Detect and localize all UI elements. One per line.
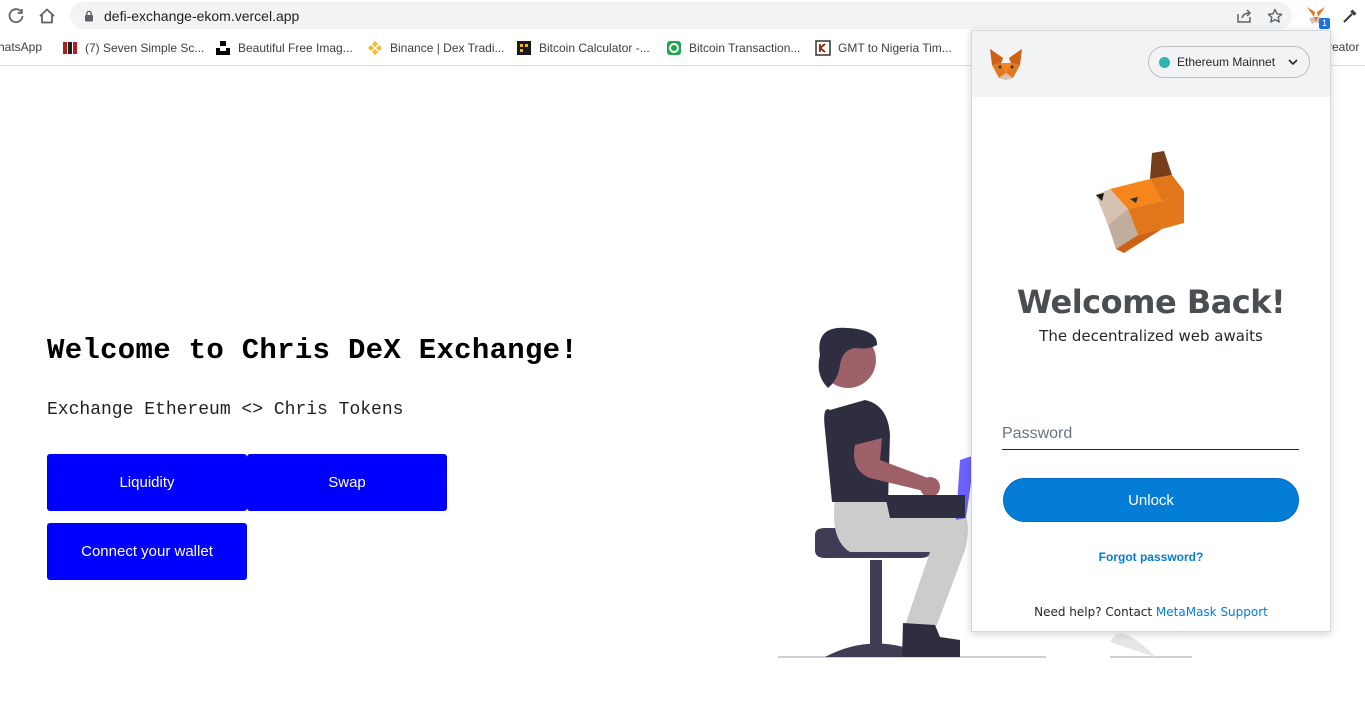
metamask-popup: Ethereum Mainnet Welcome Back! The decen… [971, 30, 1331, 632]
bookmark-gmt-nigeria[interactable]: GMT to Nigeria Tim... [815, 40, 952, 56]
welcome-subtitle: The decentralized web awaits [1039, 327, 1263, 345]
reload-icon [8, 8, 24, 24]
address-bar[interactable]: defi-exchange-ekom.vercel.app [70, 2, 1292, 29]
time-icon [815, 40, 831, 56]
lock-icon [85, 10, 93, 22]
liquidity-button[interactable]: Liquidity [47, 454, 247, 511]
page-subtitle: Exchange Ethereum <> Chris Tokens [47, 400, 404, 420]
network-status-dot [1159, 57, 1170, 68]
network-selector[interactable]: Ethereum Mainnet [1148, 46, 1310, 78]
bookmark-unsplash[interactable]: Beautiful Free Imag... [215, 40, 353, 56]
connect-wallet-button[interactable]: Connect your wallet [47, 523, 247, 580]
bookmark-creator[interactable]: reator [1328, 40, 1359, 54]
help-text: Need help? Contact MetaMask Support [972, 605, 1330, 619]
bookmark-label: Binance | Dex Tradi... [390, 41, 505, 55]
swap-button[interactable]: Swap [247, 454, 447, 511]
welcome-title: Welcome Back! [1016, 283, 1286, 321]
metamask-support-link[interactable]: MetaMask Support [1156, 605, 1268, 619]
home-button[interactable] [36, 5, 58, 27]
metamask-header: Ethereum Mainnet [972, 31, 1330, 97]
unlock-button[interactable]: Unlock [1003, 478, 1299, 522]
url-text: defi-exchange-ekom.vercel.app [104, 8, 300, 24]
bookmark-label: GMT to Nigeria Tim... [838, 41, 952, 55]
bookmark-label: Beautiful Free Imag... [238, 41, 353, 55]
calculator-icon [516, 40, 532, 56]
network-label: Ethereum Mainnet [1177, 55, 1276, 69]
share-icon[interactable] [1236, 8, 1252, 24]
bookmark-star-icon[interactable] [1267, 8, 1283, 24]
help-prefix: Need help? Contact [1034, 605, 1153, 619]
unsplash-icon [215, 40, 231, 56]
bookmark-seven-simple[interactable]: (7) Seven Simple Sc... [62, 40, 204, 56]
bookmark-label: reator [1328, 40, 1360, 54]
home-icon [39, 8, 55, 24]
bookmark-whatsapp[interactable]: hatsApp [0, 40, 42, 54]
page-title: Welcome to Chris DeX Exchange! [47, 334, 579, 367]
bookmark-bitcoin-calculator[interactable]: Bitcoin Calculator -... [516, 40, 650, 56]
medium-icon [62, 40, 78, 56]
bookmark-bitcoin-transaction[interactable]: Bitcoin Transaction... [666, 40, 800, 56]
bookmark-label: hatsApp [0, 40, 43, 54]
bookmark-binance[interactable]: Binance | Dex Tradi... [367, 40, 505, 56]
binance-icon [367, 40, 383, 56]
bookmark-label: Bitcoin Transaction... [689, 41, 801, 55]
eyedropper-extension-button[interactable] [1337, 3, 1363, 29]
metamask-extension-button[interactable]: 1 [1303, 3, 1330, 29]
chevron-down-icon [1288, 59, 1298, 66]
metamask-logo-icon [990, 49, 1022, 80]
bookmark-label: (7) Seven Simple Sc... [85, 41, 205, 55]
metamask-fox-head-icon [1096, 151, 1184, 253]
eyedropper-icon [1343, 9, 1357, 23]
bookmark-label: Bitcoin Calculator -... [539, 41, 650, 55]
blockchain-icon [666, 40, 682, 56]
reload-button[interactable] [5, 5, 27, 27]
browser-toolbar: defi-exchange-ekom.vercel.app 1 [0, 0, 1365, 32]
extension-badge: 1 [1319, 18, 1330, 29]
password-input[interactable] [1002, 419, 1299, 450]
forgot-password-link[interactable]: Forgot password? [972, 550, 1330, 564]
